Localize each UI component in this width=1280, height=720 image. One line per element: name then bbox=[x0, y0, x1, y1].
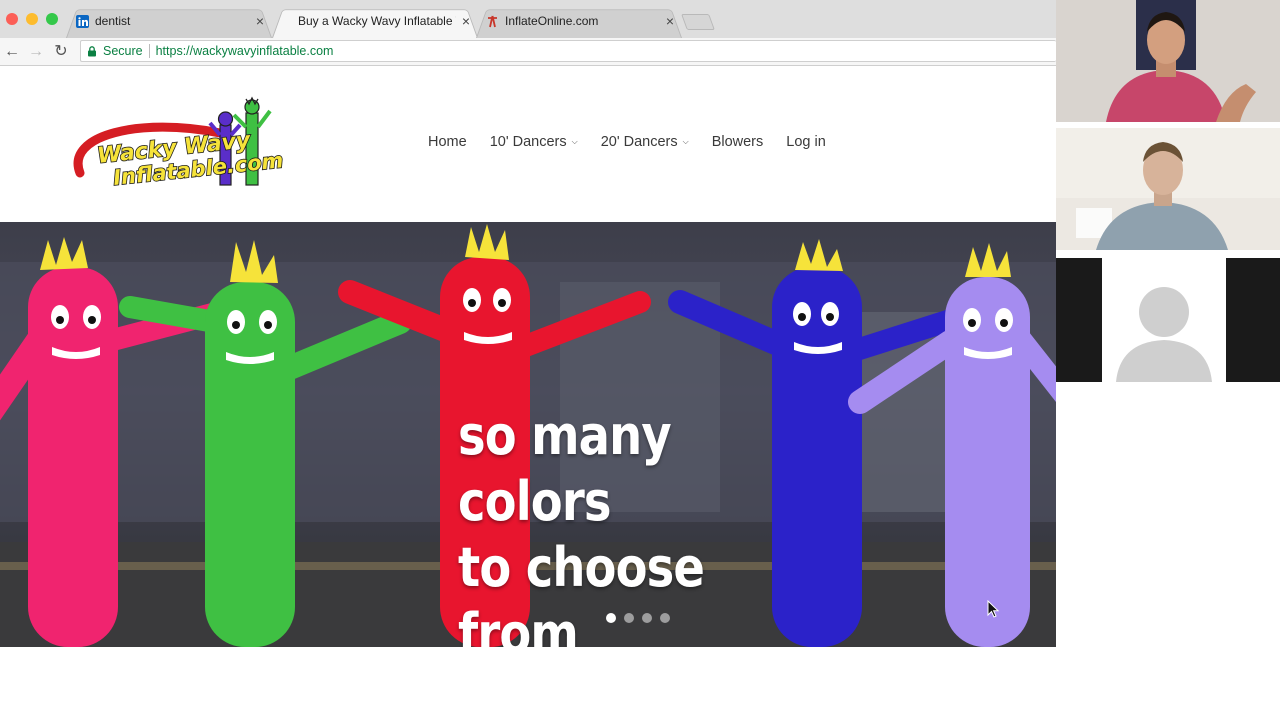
hero-headline: so many colors to choose from bbox=[458, 403, 769, 647]
avatar-placeholder bbox=[1102, 258, 1226, 382]
nav-label: 10' Dancers bbox=[489, 134, 567, 150]
user-silhouette-icon bbox=[1116, 287, 1212, 382]
video-participant-1 bbox=[1056, 0, 1280, 122]
nav-login[interactable]: Log in bbox=[786, 134, 826, 150]
tab-title: Buy a Wacky Wavy Inflatable T bbox=[298, 14, 456, 28]
nav-home[interactable]: Home bbox=[428, 134, 467, 150]
participant-video bbox=[1056, 0, 1280, 122]
main-nav: Home 10' Dancers ⌵ 20' Dancers ⌵ Blowers… bbox=[428, 134, 849, 150]
web-page: Wacky Wavy Inflatable.com Home 10' Dance… bbox=[0, 67, 1056, 720]
mouse-cursor-icon bbox=[987, 600, 999, 618]
tab-title: InflateOnline.com bbox=[505, 14, 599, 28]
back-arrow-icon[interactable]: ← bbox=[2, 42, 22, 62]
reload-icon[interactable]: ↻ bbox=[51, 42, 71, 62]
slider-dot[interactable] bbox=[606, 613, 616, 623]
inflateonline-icon bbox=[488, 15, 497, 27]
nav-label: 20' Dancers bbox=[600, 134, 678, 150]
slider-dot[interactable] bbox=[642, 613, 652, 623]
nav-label: Blowers bbox=[711, 134, 764, 150]
new-tab-button[interactable] bbox=[681, 14, 715, 30]
participant-video bbox=[1056, 128, 1280, 250]
browser-toolbar: ← → ↻ Secure https://wackywavyinflatable… bbox=[0, 38, 1056, 66]
nav-20ft-dancers[interactable]: 20' Dancers ⌵ bbox=[601, 134, 689, 150]
slider-dot[interactable] bbox=[660, 613, 670, 623]
nav-label: Home bbox=[428, 134, 467, 150]
hero-line-2: to choose from bbox=[458, 536, 705, 647]
video-participant-3 bbox=[1056, 258, 1280, 382]
url-text[interactable]: https://wackywavyinflatable.com bbox=[156, 44, 334, 58]
window-maximize-button[interactable] bbox=[46, 13, 58, 25]
secure-label: Secure bbox=[103, 44, 143, 58]
video-participant-2 bbox=[1056, 128, 1280, 250]
window-minimize-button[interactable] bbox=[26, 13, 38, 25]
nav-label: Log in bbox=[786, 134, 826, 150]
browser-tab-1[interactable]: dentist × bbox=[66, 6, 272, 38]
browser-tab-bar: dentist × Buy a Wacky Wavy Inflatable T … bbox=[0, 0, 1056, 38]
nav-10ft-dancers[interactable]: 10' Dancers ⌵ bbox=[490, 134, 578, 150]
hero-slider[interactable]: so many colors to choose from bbox=[0, 222, 1056, 647]
site-logo[interactable]: Wacky Wavy Inflatable.com bbox=[70, 95, 290, 195]
address-bar[interactable]: Secure https://wackywavyinflatable.com bbox=[80, 40, 1056, 62]
tab-close-icon[interactable]: × bbox=[462, 14, 470, 28]
linkedin-icon bbox=[76, 14, 89, 28]
browser-tab-3[interactable]: InflateOnline.com × bbox=[476, 6, 682, 38]
forward-arrow-icon[interactable]: → bbox=[26, 42, 46, 62]
window-close-button[interactable] bbox=[6, 13, 18, 25]
chevron-down-icon: ⌵ bbox=[571, 137, 578, 146]
slider-dots bbox=[606, 613, 670, 623]
chevron-down-icon: ⌵ bbox=[682, 137, 689, 146]
slider-dot[interactable] bbox=[624, 613, 634, 623]
lock-icon bbox=[88, 45, 96, 56]
tab-close-icon[interactable]: × bbox=[256, 14, 264, 28]
nav-blowers[interactable]: Blowers bbox=[712, 134, 764, 150]
tab-title: dentist bbox=[95, 14, 131, 28]
tab-close-icon[interactable]: × bbox=[666, 14, 674, 28]
hero-line-1: so many colors bbox=[458, 404, 672, 533]
browser-tab-2[interactable]: Buy a Wacky Wavy Inflatable T × bbox=[272, 6, 478, 38]
